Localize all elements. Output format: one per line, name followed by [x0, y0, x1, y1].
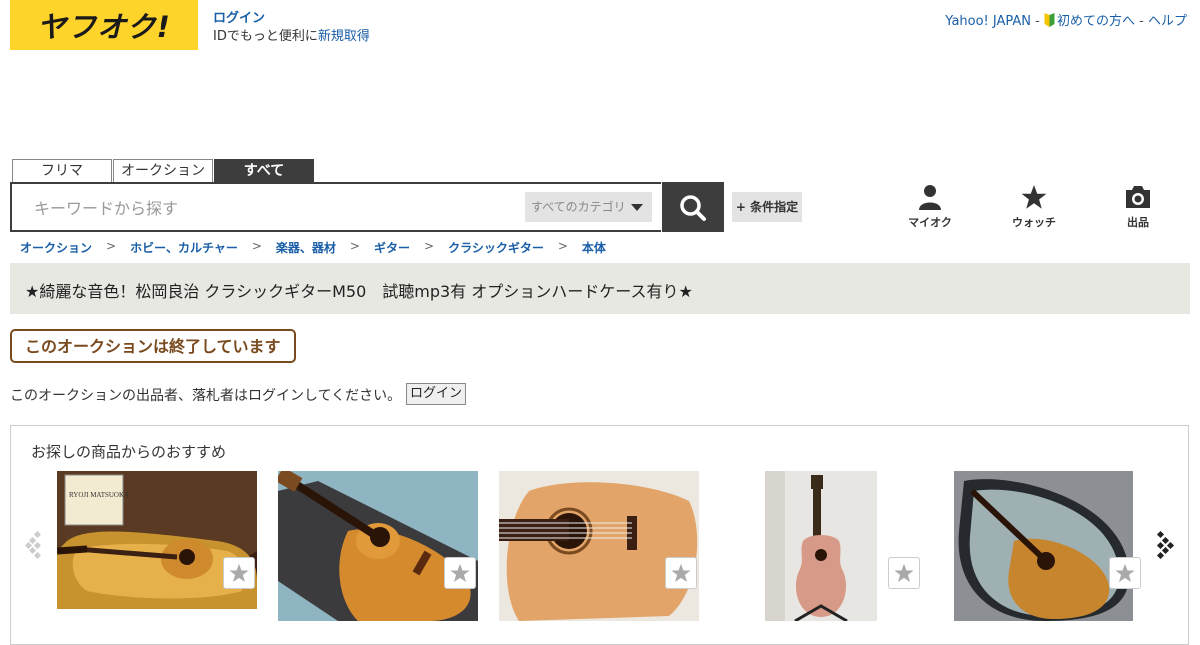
beginner-link[interactable]: 初めての方へ — [1057, 14, 1135, 29]
search-icon — [680, 195, 706, 221]
star-icon — [1021, 185, 1047, 209]
logo-text: ヤフオク! — [37, 10, 171, 44]
tab-flea-market[interactable]: フリマ — [12, 159, 112, 182]
nav-watch-label: ウォッチ — [1012, 216, 1056, 229]
separator: - — [1135, 14, 1148, 29]
login-button[interactable]: ログイン — [406, 383, 466, 405]
yahoo-auction-logo[interactable]: ヤフオク! — [10, 0, 198, 50]
carousel-prev-icon[interactable] — [25, 531, 45, 559]
camera-icon — [1126, 186, 1150, 208]
breadcrumb-item[interactable]: オークション — [20, 239, 92, 256]
guitar-label-text: RYOJI MATSUOKA — [69, 491, 129, 499]
yahoo-japan-link[interactable]: Yahoo! JAPAN — [945, 14, 1031, 29]
watch-button[interactable] — [665, 557, 697, 589]
tab-auction[interactable]: オークション — [113, 159, 213, 182]
star-icon — [1115, 563, 1135, 582]
help-link[interactable]: ヘルプ — [1148, 14, 1187, 29]
star-icon — [229, 563, 249, 582]
guitar-thumbnail[interactable] — [499, 471, 699, 621]
category-select-label: すべてのカテゴリ — [531, 200, 626, 214]
breadcrumb-separator: > — [251, 239, 262, 253]
star-icon — [671, 563, 691, 582]
top-links: Yahoo! JAPAN - 初めての方へ - ヘルプ — [945, 10, 1187, 29]
breadcrumb-item[interactable]: ギター — [374, 239, 410, 256]
carousel-next-icon[interactable] — [1155, 531, 1175, 559]
breadcrumb: オークション > ホビー、カルチャー > 楽器、器材 > ギター > クラシックギター >… — [20, 239, 606, 256]
breadcrumb-item[interactable]: 本体 — [582, 239, 606, 256]
search-button[interactable] — [662, 182, 724, 232]
breadcrumb-separator: > — [557, 239, 568, 253]
watch-button[interactable] — [888, 557, 920, 589]
signup-link[interactable]: 新規取得 — [318, 29, 370, 44]
nav-myauction[interactable]: マイオク — [900, 184, 960, 230]
search-input[interactable] — [32, 196, 516, 220]
breadcrumb-item[interactable]: クラシックギター — [448, 239, 544, 256]
login-notice: このオークションの出品者、落札者はログインしてください。 — [10, 388, 402, 404]
recommendation-panel: お探しの商品からのおすすめ RYOJI MATSUOKA — [10, 425, 1189, 645]
item-title-band: ★綺麗な音色！松岡良治 クラシックギターM50 試聴mp3有 オプションハードケ… — [10, 263, 1190, 314]
separator: - — [1031, 14, 1044, 29]
beginner-mark-icon — [1044, 13, 1055, 27]
category-select[interactable]: すべてのカテゴリ — [525, 192, 652, 222]
id-promo-text: IDでもっと便利に — [213, 29, 318, 44]
breadcrumb-separator: > — [424, 239, 435, 253]
user-icon — [919, 185, 941, 210]
guitar-thumbnail[interactable] — [954, 471, 1133, 621]
nav-sell-label: 出品 — [1127, 216, 1149, 229]
watch-button[interactable] — [444, 557, 476, 589]
login-link[interactable]: ログイン — [213, 11, 265, 26]
login-box: ログイン IDでもっと便利に新規取得 — [213, 10, 370, 46]
breadcrumb-item[interactable]: ホビー、カルチャー — [130, 239, 238, 256]
auction-ended-badge: このオークションは終了しています — [10, 329, 296, 363]
star-icon — [450, 563, 470, 582]
search-tabs: フリマ オークション すべて — [12, 159, 315, 182]
guitar-thumbnail[interactable] — [765, 471, 877, 621]
item-title: ★綺麗な音色！松岡良治 クラシックギターM50 試聴mp3有 オプションハードケ… — [25, 282, 693, 301]
watch-button[interactable] — [1109, 557, 1141, 589]
nav-sell[interactable]: 出品 — [1108, 184, 1168, 230]
nav-myauction-label: マイオク — [908, 216, 952, 229]
breadcrumb-item[interactable]: 楽器、器材 — [276, 239, 336, 256]
breadcrumb-separator: > — [349, 239, 360, 253]
watch-button[interactable] — [223, 557, 255, 589]
star-icon — [894, 563, 914, 582]
search-box: すべてのカテゴリ — [10, 182, 661, 232]
guitar-thumbnail[interactable] — [278, 471, 478, 621]
breadcrumb-separator: > — [106, 239, 117, 253]
condition-button[interactable]: + 条件指定 — [732, 192, 802, 222]
nav-watch[interactable]: ウォッチ — [1004, 184, 1064, 230]
recommendation-title: お探しの商品からのおすすめ — [31, 443, 227, 461]
caret-down-icon — [631, 204, 643, 211]
tab-all[interactable]: すべて — [214, 159, 314, 182]
